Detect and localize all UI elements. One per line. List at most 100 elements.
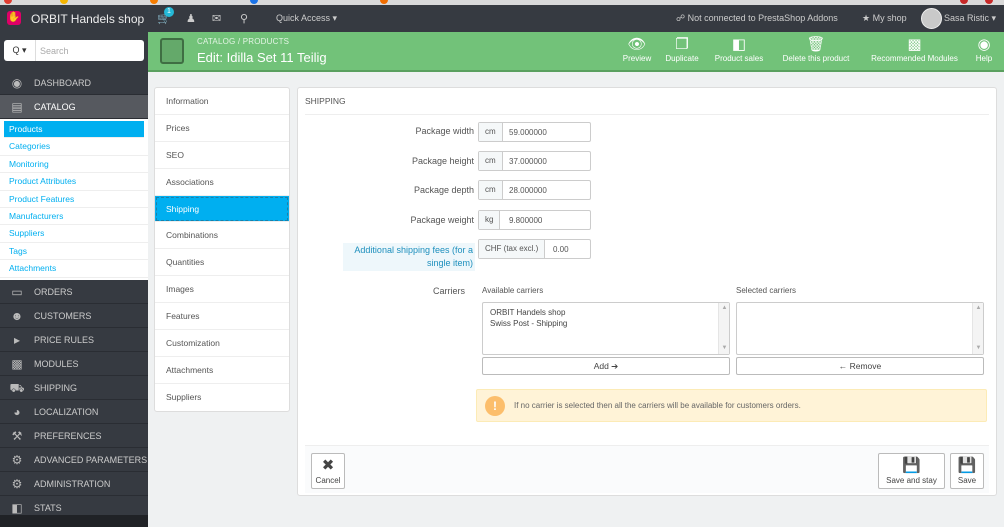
submenu-item-suppliers[interactable]: Suppliers	[0, 225, 148, 243]
tab-prices[interactable]: Prices	[155, 115, 289, 142]
globe-icon: ◕	[13, 404, 21, 419]
package-width-field: cm	[478, 122, 591, 142]
submenu-item-manufacturers[interactable]: Manufacturers	[0, 208, 148, 226]
scroll-down-icon[interactable]: ▼	[720, 344, 729, 353]
scroll-down-icon[interactable]: ▼	[974, 344, 983, 353]
available-carriers-list[interactable]: ORBIT Handels shop Swiss Post - Shipping…	[482, 302, 730, 355]
shop-name-link[interactable]: ORBIT Handels shop	[31, 12, 144, 26]
tab-features[interactable]: Features	[155, 303, 289, 331]
wrench-icon: ⚒	[11, 428, 23, 443]
add-carrier-button[interactable]: Add ➔	[482, 357, 730, 375]
label-column: Package depth	[298, 185, 474, 199]
sidebar-item-administration[interactable]: ⚙ ADMINISTRATION	[0, 472, 148, 496]
package-depth-input[interactable]	[509, 183, 587, 197]
recommended-modules-label: Recommended Modules	[871, 54, 958, 63]
tab-suppliers[interactable]: Suppliers	[155, 384, 289, 411]
truck-icon: ⛟	[9, 380, 25, 395]
tab-seo[interactable]: SEO	[155, 142, 289, 169]
submenu-item-categories[interactable]: Categories	[0, 138, 148, 156]
sidebar-item-label: ADVANCED PARAMETERS	[34, 454, 148, 465]
list-item[interactable]: ORBIT Handels shop	[483, 307, 729, 318]
sidebar-item-preferences[interactable]: ⚒ PREFERENCES	[0, 424, 148, 448]
quick-access-dropdown[interactable]: Quick Access ▾	[276, 13, 337, 24]
sidebar-item-catalog[interactable]: ▤ CATALOG	[0, 95, 148, 119]
tab-attachments[interactable]: Attachments	[155, 357, 289, 384]
gear-icon: ⚙	[11, 476, 23, 491]
sidebar-item-price-rules[interactable]: ▸ PRICE RULES	[0, 328, 148, 352]
eye-icon: 👁	[627, 36, 647, 53]
unit-addon: cm	[479, 181, 503, 199]
duplicate-label: Duplicate	[665, 54, 699, 63]
tab-quantities[interactable]: Quantities	[155, 249, 289, 277]
cancel-button[interactable]: ✖ Cancel	[311, 453, 345, 489]
additional-shipping-fees-label[interactable]: Additional shipping fees (for a single i…	[343, 243, 475, 271]
product-sales-button[interactable]: ◧ Product sales	[711, 36, 767, 63]
puzzle-icon: ▩	[907, 36, 922, 53]
submenu-item-tags[interactable]: Tags	[0, 243, 148, 261]
search-input[interactable]	[40, 43, 140, 58]
sidebar-item-modules[interactable]: ▩ MODULES	[0, 352, 148, 376]
prestashop-logo-icon[interactable]: ✋	[7, 11, 21, 25]
dashboard-icon: ◉	[11, 76, 23, 90]
copy-icon: ❐	[675, 36, 689, 53]
save-and-stay-button[interactable]: 💾 Save and stay	[878, 453, 945, 489]
sidebar-item-label: STATS	[34, 502, 62, 513]
recommended-modules-button[interactable]: ▩ Recommended Modules	[864, 36, 965, 63]
package-height-input[interactable]	[509, 154, 587, 168]
additional-fees-input[interactable]	[553, 242, 589, 256]
tab-customization[interactable]: Customization	[155, 330, 289, 357]
tab-associations[interactable]: Associations	[155, 169, 289, 196]
sidebar-item-dashboard[interactable]: ◉ DASHBOARD	[0, 71, 148, 95]
submenu-item-product-features[interactable]: Product Features	[0, 191, 148, 208]
remove-carrier-button[interactable]: ← Remove	[736, 357, 984, 375]
sidebar: Q ▾ ◉ DASHBOARD ▤ CATALOG Products Categ…	[0, 32, 148, 527]
package-depth-field: cm	[478, 180, 591, 200]
scrollbar[interactable]: ▲ ▼	[972, 303, 983, 354]
scroll-up-icon[interactable]: ▲	[720, 304, 729, 313]
delete-product-button[interactable]: 🗑 Delete this product	[775, 36, 857, 63]
search-type-toggle[interactable]: Q ▾	[4, 40, 36, 61]
user-menu-dropdown[interactable]: Sasa Ristic ▾	[944, 13, 996, 24]
breadcrumb[interactable]: CATALOG / PRODUCTS	[197, 37, 289, 46]
save-button[interactable]: 💾 Save	[950, 453, 984, 489]
submenu-item-products[interactable]: Products	[4, 121, 144, 139]
trophy-icon[interactable]: ⚲	[240, 12, 248, 25]
alert-text: If no carrier is selected then all the c…	[514, 401, 801, 410]
package-weight-input[interactable]	[509, 213, 587, 227]
delete-label: Delete this product	[782, 54, 850, 63]
customer-icon[interactable]: ♟	[186, 12, 196, 25]
list-item[interactable]: Swiss Post - Shipping	[483, 318, 729, 329]
package-height-label: Package height	[411, 156, 474, 166]
tab-images[interactable]: Images	[155, 276, 289, 304]
sidebar-item-advanced-parameters[interactable]: ⚙ ADVANCED PARAMETERS	[0, 448, 148, 472]
avatar[interactable]	[921, 8, 942, 29]
save-and-stay-label: Save and stay	[886, 476, 937, 485]
submenu-item-monitoring[interactable]: Monitoring	[0, 156, 148, 174]
submenu-item-product-attributes[interactable]: Product Attributes	[0, 173, 148, 191]
sidebar-item-localization[interactable]: ◕ LOCALIZATION	[0, 400, 148, 424]
sidebar-menu: ◉ DASHBOARD ▤ CATALOG Products Categorie…	[0, 71, 148, 520]
tab-shipping[interactable]: Shipping	[155, 195, 289, 223]
submenu-item-attachments[interactable]: Attachments	[0, 260, 148, 278]
help-button[interactable]: ◉ Help	[972, 36, 996, 63]
cancel-label: Cancel	[315, 476, 341, 485]
message-icon[interactable]: ✉	[212, 12, 221, 25]
package-width-input[interactable]	[509, 125, 587, 139]
unit-addon: cm	[479, 123, 503, 141]
preview-button[interactable]: 👁 Preview	[620, 36, 654, 63]
sidebar-item-customers[interactable]: ☻ CUSTOMERS	[0, 304, 148, 328]
sidebar-item-shipping[interactable]: ⛟ SHIPPING	[0, 376, 148, 400]
preview-label: Preview	[622, 54, 652, 63]
tab-information[interactable]: Information	[155, 88, 289, 115]
label-column: Package weight	[298, 215, 474, 229]
package-weight-label: Package weight	[410, 215, 474, 225]
duplicate-button[interactable]: ❐ Duplicate	[662, 36, 702, 63]
tab-combinations[interactable]: Combinations	[155, 222, 289, 250]
scroll-up-icon[interactable]: ▲	[974, 304, 983, 313]
my-shop-link[interactable]: ★ My shop	[862, 13, 907, 24]
selected-carriers-list[interactable]: ▲ ▼	[736, 302, 984, 355]
scrollbar[interactable]: ▲ ▼	[718, 303, 729, 354]
sidebar-item-orders[interactable]: ▭ ORDERS	[0, 280, 148, 304]
floppy-disk-icon: 💾	[957, 457, 977, 474]
addons-connection-link[interactable]: ☍ Not connected to PrestaShop Addons	[676, 13, 838, 24]
